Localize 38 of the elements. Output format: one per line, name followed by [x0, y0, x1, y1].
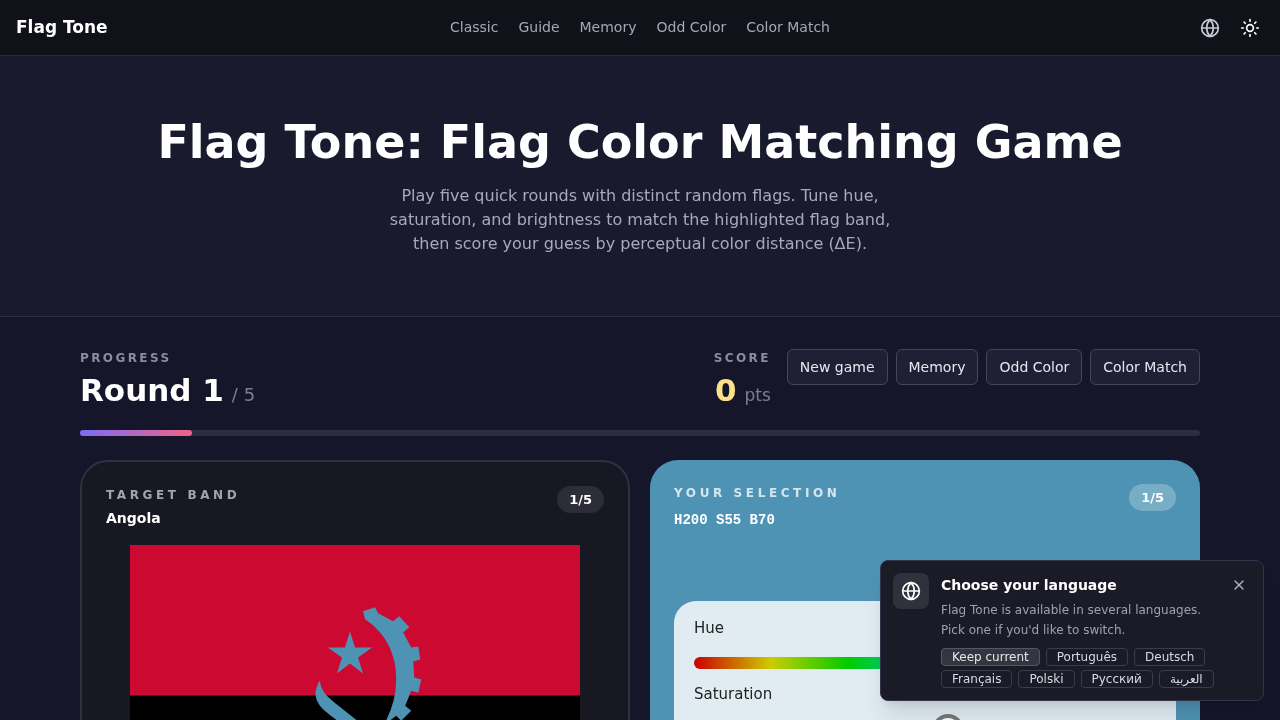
language-option[interactable]: Русский — [1080, 670, 1153, 688]
slider-label: Saturation — [694, 684, 773, 705]
score-label: SCORE — [713, 350, 771, 367]
round-number: Round 1 — [80, 371, 224, 410]
popup-text: Flag Tone is available in several languages. Pick one if you'd like to switch. — [941, 602, 1203, 639]
nav-link[interactable]: Memory — [579, 17, 637, 38]
nav-link[interactable]: Odd Color — [656, 17, 727, 38]
theme-icon[interactable] — [1240, 17, 1260, 38]
globe-icon[interactable] — [1200, 17, 1220, 38]
action-button[interactable]: Memory — [895, 349, 979, 385]
nav-link[interactable]: Color Match — [746, 17, 830, 38]
nav-link[interactable]: Guide — [518, 17, 560, 38]
slider-label: Hue — [694, 617, 724, 639]
hero-title: Flag Tone: Flag Color Matching Game — [157, 114, 1123, 171]
round-total: / 5 — [231, 383, 256, 407]
hero-subtitle: Play five quick rounds with distinct random flags. Tune hue, saturation, and brightness to match the highlighted flag band, then score your guess by perceptual color distance (ΔE). — [388, 184, 892, 255]
language-option[interactable]: Keep current — [941, 648, 1040, 666]
round-badge: 1/5 — [557, 485, 604, 513]
round-badge: 1/5 — [1129, 483, 1176, 511]
nav-link[interactable]: Classic — [450, 17, 499, 38]
language-option[interactable]: Português — [1045, 648, 1129, 666]
score-unit: pts — [744, 384, 771, 407]
language-option[interactable]: Polski — [1018, 670, 1075, 688]
popup-title: Choose your language — [941, 576, 1117, 595]
globe-icon — [901, 581, 921, 601]
progress-label: PROGRESS — [80, 350, 173, 367]
country-name: Angola — [106, 508, 162, 528]
card-label: TARGET BAND — [106, 486, 241, 504]
language-option[interactable]: Deutsch — [1134, 648, 1206, 666]
brand-title[interactable]: Flag Tone — [16, 14, 316, 41]
action-button[interactable]: New game — [786, 349, 888, 385]
card-label: YOUR SELECTION — [674, 484, 841, 502]
color-code: H200 S55 B70 — [674, 510, 776, 530]
language-option[interactable]: العربية — [1158, 670, 1214, 688]
language-option[interactable]: Français — [941, 670, 1013, 688]
action-button[interactable]: Odd Color — [986, 349, 1083, 385]
action-button[interactable]: Color Match — [1090, 349, 1200, 385]
score-value: 0 — [714, 371, 737, 410]
